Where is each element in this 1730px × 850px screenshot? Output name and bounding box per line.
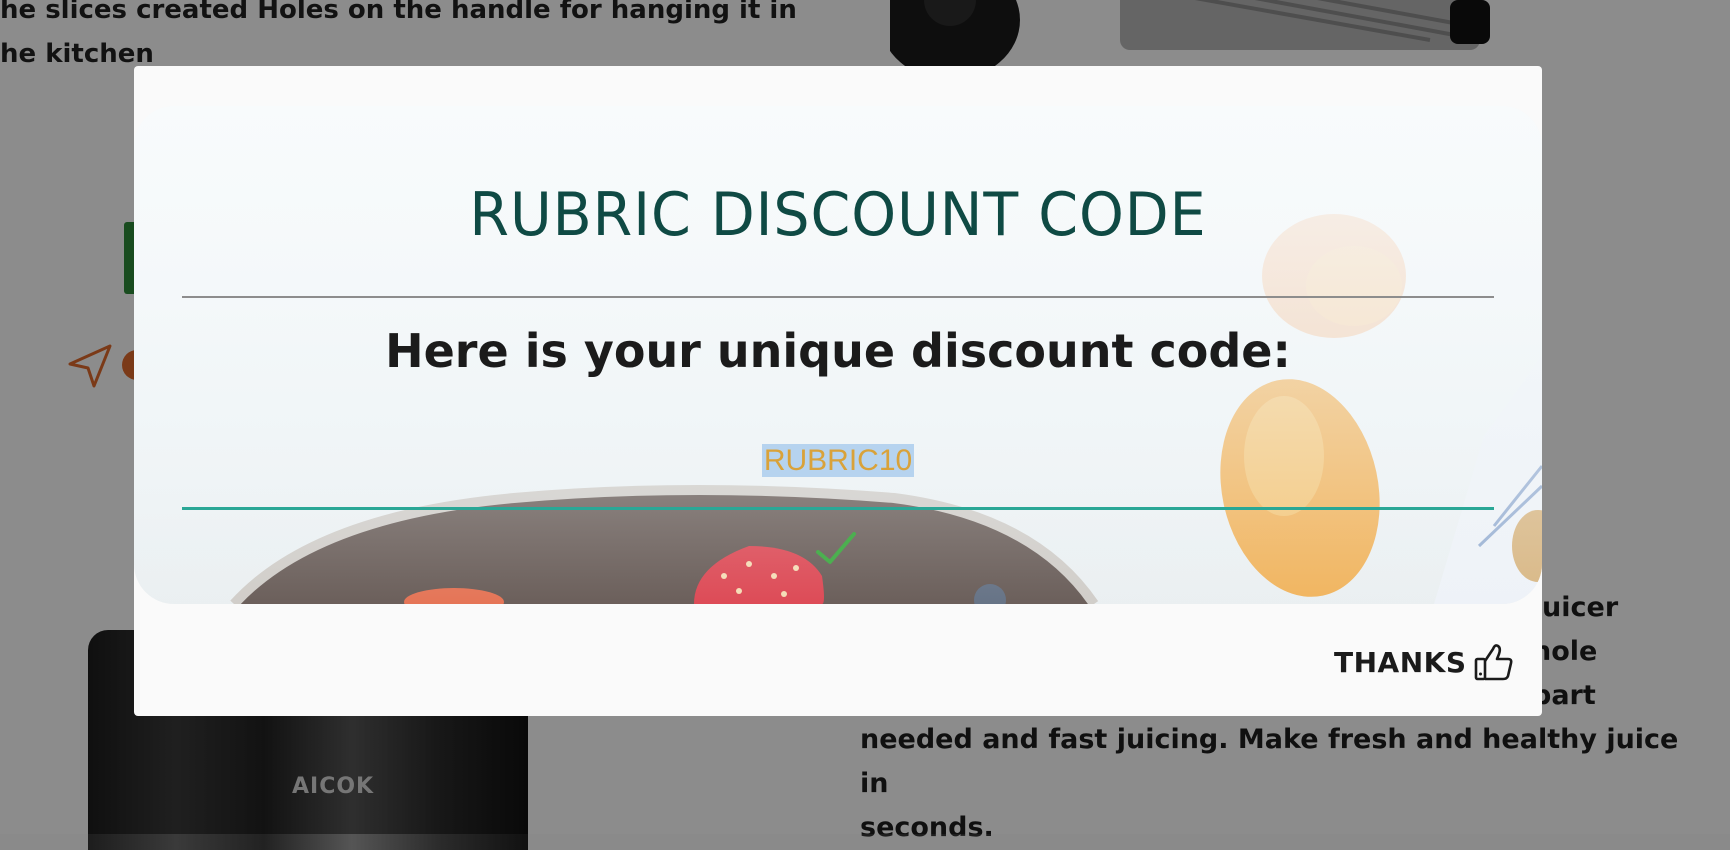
code-underline	[182, 507, 1494, 510]
modal-content-panel: RUBRIC DISCOUNT CODE Here is your unique…	[134, 106, 1542, 604]
discount-code[interactable]: RUBRIC10	[761, 444, 915, 477]
modal-title: RUBRIC DISCOUNT CODE	[469, 180, 1207, 250]
title-divider	[182, 296, 1494, 298]
thanks-button[interactable]: THANKS	[1334, 638, 1515, 686]
check-icon	[816, 532, 856, 564]
thumbs-up-icon	[1474, 644, 1512, 681]
discount-modal: RUBRIC DISCOUNT CODE Here is your unique…	[134, 66, 1542, 716]
thanks-label: THANKS	[1334, 645, 1467, 679]
modal-subtitle: Here is your unique discount code:	[385, 324, 1291, 378]
